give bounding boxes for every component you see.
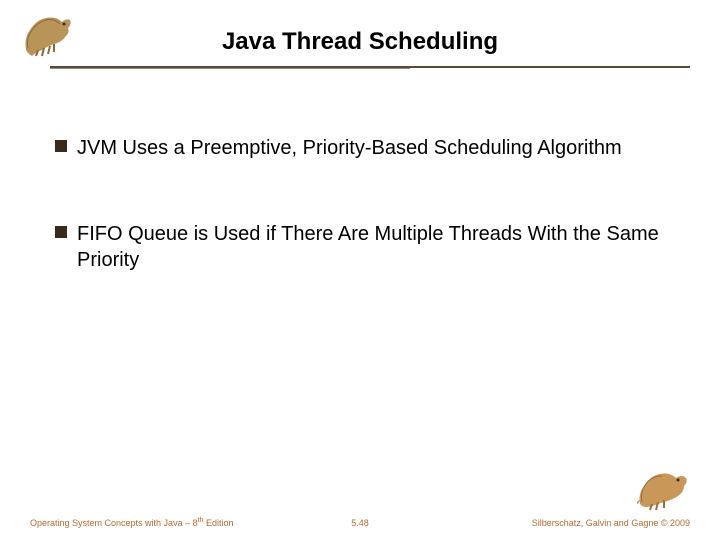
- bullet-square-icon: [55, 140, 67, 152]
- slide-content: JVM Uses a Preemptive, Priority-Based Sc…: [0, 70, 720, 273]
- footer-left-suffix: Edition: [203, 518, 233, 528]
- bullet-text: JVM Uses a Preemptive, Priority-Based Sc…: [77, 135, 622, 161]
- footer-page-number: 5.48: [351, 518, 369, 528]
- bullet-item: JVM Uses a Preemptive, Priority-Based Sc…: [55, 135, 665, 161]
- bullet-text: FIFO Queue is Used if There Are Multiple…: [77, 221, 665, 273]
- bullet-item: FIFO Queue is Used if There Are Multiple…: [55, 221, 665, 273]
- slide-header: Java Thread Scheduling: [0, 0, 720, 70]
- bullet-square-icon: [55, 226, 67, 238]
- dinosaur-left-icon: [18, 8, 80, 58]
- header-rule-shadow: [50, 68, 410, 69]
- footer-copyright: Silberschatz, Galvin and Gagne © 2009: [532, 518, 690, 528]
- footer-book-title: Operating System Concepts with Java – 8t…: [30, 517, 233, 528]
- footer-left-prefix: Operating System Concepts with Java – 8: [30, 518, 198, 528]
- slide-title: Java Thread Scheduling: [0, 0, 720, 56]
- slide-footer: Operating System Concepts with Java – 8t…: [0, 504, 720, 528]
